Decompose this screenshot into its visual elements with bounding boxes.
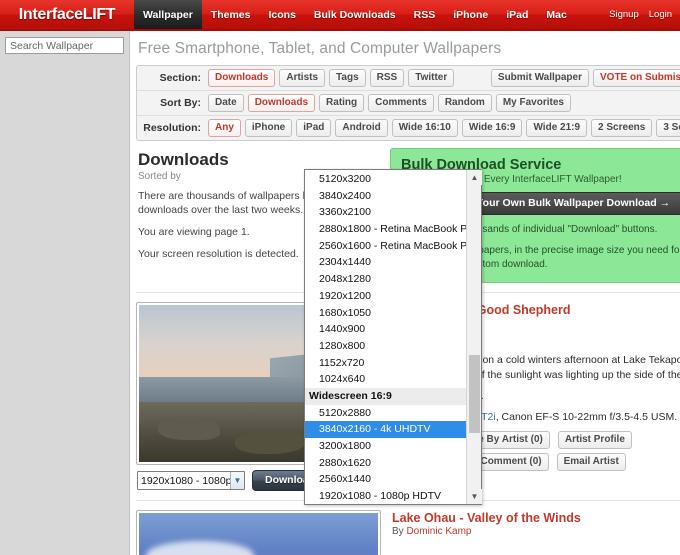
wallpaper-thumbnail[interactable] [136,510,381,555]
sort-option-downloads[interactable]: Downloads [247,94,316,112]
sort-option-my-favorites[interactable]: My Favorites [495,94,571,112]
nav-item-icons[interactable]: Icons [259,0,304,29]
resolution-option-iphone[interactable]: iPhone [244,119,293,137]
dropdown-option[interactable]: 3200x1800 [305,438,466,455]
section-label: Section: [159,72,201,84]
sort-option-date[interactable]: Date [208,94,244,112]
section-option-tags[interactable]: Tags [329,69,366,87]
lens-text: , Canon EF-S 10-22mm f/3.5-4.5 USM. [495,410,678,423]
wallpaper-entry: Lake Ohau - Valley of the Winds By Domin… [136,500,680,555]
email-artist-button[interactable]: Email Artist [556,452,626,471]
dropdown-options: 5120x3200 3840x2400 3360x2100 2880x1800 - R… [305,170,466,504]
scrollbar-thumb[interactable] [469,355,480,433]
downloads-heading: Downloads [138,150,229,169]
nav-item-mac[interactable]: Mac [537,0,575,29]
wallpaper-thumbnail-column [136,510,384,555]
scroll-up-arrow-icon[interactable]: ▲ [467,170,482,185]
resolution-select-value: 1920x1080 - 1080p H [141,474,242,487]
nav-item-rss[interactable]: RSS [405,0,445,29]
search-input[interactable] [5,37,124,54]
nav-item-iphone[interactable]: iPhone [444,0,497,29]
dropdown-option-selected[interactable]: 3840x2160 - 4k UHDTV [305,421,466,438]
filter-row-section: Section: Downloads Artists Tags RSS Twit… [137,66,680,91]
vote-on-submissions-button[interactable]: VOTE on Submissions! [593,69,680,87]
resolution-dropdown-list[interactable]: 5120x3200 3840x2400 3360x2100 2880x1800 - R… [304,169,482,505]
signup-link[interactable]: Signup [609,9,639,20]
chevron-down-icon: ▼ [230,472,244,489]
filter-row-sort: Sort By: Date Downloads Rating Comments … [137,91,680,116]
dropdown-option[interactable]: 2560x1600 - Retina MacBook Pro 13 [305,238,466,255]
page-title: Free Smartphone, Tablet, and Computer Wa… [138,40,502,57]
resolution-option-3-screens[interactable]: 3 Screens [656,119,680,137]
dropdown-option[interactable]: 5120x3200 [305,171,466,188]
sort-label: Sort By: [160,97,201,109]
dropdown-option[interactable]: 2304x1440 [305,254,466,271]
resolution-option-wide-21-9[interactable]: Wide 21:9 [526,119,588,137]
resolution-option-android[interactable]: Android [335,119,388,137]
comment-button[interactable]: Comment (0) [473,452,549,471]
user-navigation: Signup Login [609,0,680,29]
dropdown-option[interactable]: 3840x2400 [305,188,466,205]
section-option-artists[interactable]: Artists [279,69,326,87]
left-sidebar [0,31,130,555]
section-option-twitter[interactable]: Twitter [408,69,455,87]
wallpaper-byline: By Dominic Kamp [392,526,680,537]
dropdown-option[interactable]: 2880x1800 - Retina MacBook Pro 15 [305,221,466,238]
dropdown-option[interactable]: 5120x2880 [305,405,466,422]
resolution-option-wide-16-10[interactable]: Wide 16:10 [391,119,458,137]
resolution-option-2-screens[interactable]: 2 Screens [591,119,653,137]
dropdown-option[interactable]: 2880x1620 [305,455,466,472]
site-logo[interactable]: InterfaceLIFT [0,0,134,29]
resolution-select[interactable]: 1920x1080 - 1080p H ▼ [137,471,245,490]
dropdown-scrollbar[interactable]: ▲ ▼ [466,170,482,504]
section-option-rss[interactable]: RSS [369,69,405,87]
dropdown-option[interactable]: 1280x800 [305,338,466,355]
section-option-downloads[interactable]: Downloads [208,69,276,87]
wallpaper-title[interactable]: Lake Ohau - Valley of the Winds [392,511,680,525]
wallpaper-meta: Lake Ohau - Valley of the Winds By Domin… [392,510,680,555]
dropdown-option[interactable]: 3360x2100 [305,204,466,221]
nav-item-bulk-downloads[interactable]: Bulk Downloads [305,0,405,29]
dropdown-option[interactable]: 1440x900 [305,321,466,338]
resolution-option-wide-16-9[interactable]: Wide 16:9 [461,119,523,137]
sort-option-random[interactable]: Random [437,94,492,112]
main-navigation: Wallpaper Themes Icons Bulk Downloads RS… [134,0,576,29]
dropdown-option[interactable]: 2560x1440 [305,471,466,488]
site-header: InterfaceLIFT Wallpaper Themes Icons Bul… [0,0,680,31]
sort-option-comments[interactable]: Comments [368,94,434,112]
sort-option-rating[interactable]: Rating [319,94,365,112]
main-column: Free Smartphone, Tablet, and Computer Wa… [130,31,680,555]
byline-prefix: By [392,526,407,537]
dropdown-option[interactable]: 2048x1280 [305,271,466,288]
nav-item-themes[interactable]: Themes [202,0,260,29]
dropdown-group-header: Widescreen 16:9 [305,387,466,405]
dropdown-option[interactable]: 1152x720 [305,355,466,372]
artist-profile-button[interactable]: Artist Profile [557,430,632,449]
dropdown-option[interactable]: 1920x1200 [305,288,466,305]
nav-item-ipad[interactable]: iPad [497,0,537,29]
resolution-option-any[interactable]: Any [208,119,241,137]
page-frame: Free Smartphone, Tablet, and Computer Wa… [0,31,680,555]
filter-row-resolution: Resolution: Any iPhone iPad Android Wide… [137,116,680,140]
login-link[interactable]: Login [649,9,672,20]
nav-item-wallpaper[interactable]: Wallpaper [134,0,202,29]
dropdown-option[interactable]: 1920x1080 - 1080p HDTV [305,488,466,504]
dropdown-option[interactable]: 1024x640 [305,371,466,388]
resolution-label: Resolution: [143,122,201,134]
submit-wallpaper-button[interactable]: Submit Wallpaper [490,69,589,87]
resolution-option-ipad[interactable]: iPad [296,119,332,137]
dropdown-option[interactable]: 1680x1050 [305,305,466,322]
scroll-down-arrow-icon[interactable]: ▼ [467,489,482,504]
artist-link[interactable]: Dominic Kamp [406,526,471,537]
filter-panel: Section: Downloads Artists Tags RSS Twit… [136,65,680,141]
